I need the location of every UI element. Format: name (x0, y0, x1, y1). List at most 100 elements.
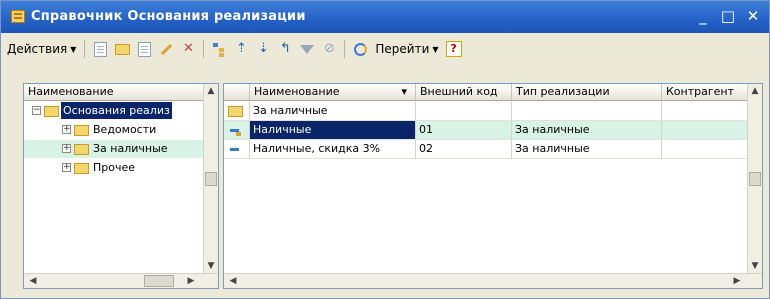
expand-icon[interactable]: + (62, 125, 71, 134)
hierarchy-button[interactable] (209, 39, 229, 59)
goto-menu[interactable]: Перейти ▼ (371, 38, 442, 60)
filter-icon (300, 44, 315, 54)
title-bar[interactable]: Справочник Основания реализации _ □ ✕ (1, 1, 769, 33)
add-group-icon (114, 43, 130, 55)
cell-type (512, 102, 662, 120)
table-row-selected[interactable]: Наличные 01 За наличные (224, 121, 748, 140)
folder-icon (74, 144, 89, 155)
delete-icon: ✕ (182, 41, 194, 56)
cell-code: 02 (416, 140, 512, 158)
level-up-button[interactable]: ↰ (275, 39, 295, 59)
cell-contractor (662, 121, 748, 139)
scroll-right-icon[interactable]: ▶ (730, 274, 744, 288)
edit-button[interactable] (156, 39, 176, 59)
grid-header: Наименование ▾ Внешний код Тип реализаци… (224, 84, 748, 101)
tree-item-vedomosti[interactable]: + Ведомости (24, 121, 204, 139)
chevron-down-icon: ▼ (70, 44, 77, 54)
folder-icon (44, 106, 59, 117)
copy-icon (137, 41, 151, 57)
maximize-button[interactable]: □ (720, 8, 736, 24)
scroll-up-icon[interactable]: ▲ (748, 84, 762, 98)
add-group-button[interactable] (112, 39, 132, 59)
move-down-button[interactable]: ⇣ (253, 39, 273, 59)
grid-column-contractor[interactable]: Контрагент (662, 84, 748, 100)
chevron-down-icon: ▼ (432, 44, 439, 54)
table-row[interactable]: За наличные (224, 102, 748, 121)
filter-off-icon: ⊘ (323, 41, 335, 56)
level-up-icon: ↰ (279, 41, 291, 56)
tree-header: Наименование (24, 84, 204, 101)
tree-item-label: Ведомости (93, 123, 157, 136)
refresh-button[interactable] (350, 39, 370, 59)
edit-icon (159, 42, 173, 56)
table-row[interactable]: Наличные, скидка 3% 02 За наличные (224, 140, 748, 159)
scroll-right-icon[interactable]: ▶ (184, 274, 198, 288)
tree-column-name[interactable]: Наименование (24, 84, 204, 100)
add-icon (93, 41, 107, 57)
tree-item-label: Основания реализ (61, 102, 172, 119)
folder-icon (228, 106, 243, 117)
cell-name: Наличные (250, 121, 416, 139)
add-button[interactable] (90, 39, 110, 59)
scroll-thumb[interactable] (144, 275, 174, 287)
cell-contractor (662, 102, 748, 120)
collapse-icon[interactable]: − (32, 106, 41, 115)
cell-contractor (662, 140, 748, 158)
column-name-label: Наименование (254, 85, 340, 98)
window-controls: _ □ ✕ (695, 8, 761, 24)
tree-item-other[interactable]: + Прочее (24, 159, 204, 177)
tree-item-cash[interactable]: + За наличные (24, 140, 204, 158)
actions-menu[interactable]: Действия ▼ (3, 38, 80, 60)
goto-menu-label: Перейти (375, 42, 430, 56)
toolbar-separator (84, 40, 86, 58)
refresh-icon (353, 42, 367, 56)
toolbar-separator (344, 40, 346, 58)
row-icon-cell (224, 140, 250, 158)
grid-column-code[interactable]: Внешний код (416, 84, 512, 100)
scroll-thumb[interactable] (749, 172, 761, 186)
cell-name: Наличные, скидка 3% (250, 140, 416, 158)
row-icon-cell (224, 121, 250, 139)
folder-icon (74, 163, 89, 174)
scroll-left-icon[interactable]: ◀ (26, 274, 40, 288)
tree-item-label: За наличные (93, 142, 168, 155)
move-up-icon: ⇡ (235, 41, 247, 56)
tree-horizontal-scrollbar[interactable]: ◀ ▶ (24, 273, 218, 288)
hierarchy-icon (212, 42, 226, 56)
filter-button[interactable] (297, 39, 317, 59)
delete-button[interactable]: ✕ (178, 39, 198, 59)
help-icon: ? (445, 41, 462, 57)
grid-vertical-scrollbar[interactable]: ▲ ▼ (747, 84, 762, 273)
minimize-button[interactable]: _ (695, 8, 711, 24)
grid-column-name[interactable]: Наименование ▾ (250, 84, 416, 100)
cell-code: 01 (416, 121, 512, 139)
expand-icon[interactable]: + (62, 163, 71, 172)
move-up-button[interactable]: ⇡ (231, 39, 251, 59)
scroll-down-icon[interactable]: ▼ (204, 259, 218, 273)
sort-desc-icon: ▾ (401, 85, 407, 98)
row-icon-cell (224, 102, 250, 120)
scroll-left-icon[interactable]: ◀ (226, 274, 240, 288)
close-button[interactable]: ✕ (745, 8, 761, 24)
cell-code (416, 102, 512, 120)
groups-tree[interactable]: Наименование − Основания реализ + Ведомо… (23, 83, 219, 289)
edit-marker-icon (236, 132, 241, 136)
grid-horizontal-scrollbar[interactable]: ◀ ▶ (224, 273, 762, 288)
items-grid[interactable]: Наименование ▾ Внешний код Тип реализаци… (223, 83, 763, 289)
grid-column-type[interactable]: Тип реализации (512, 84, 662, 100)
folder-icon (74, 125, 89, 136)
expand-icon[interactable]: + (62, 144, 71, 153)
scroll-thumb[interactable] (205, 172, 217, 186)
actions-menu-label: Действия (7, 42, 68, 56)
scroll-up-icon[interactable]: ▲ (204, 84, 218, 98)
copy-button[interactable] (134, 39, 154, 59)
help-button[interactable]: ? (444, 39, 464, 59)
toolbar: Действия ▼ ✕ ⇡ ⇣ ↰ ⊘ Перейти ▼ ? (3, 35, 767, 63)
tree-vertical-scrollbar[interactable]: ▲ ▼ (203, 84, 218, 273)
cell-type: За наличные (512, 121, 662, 139)
filter-off-button[interactable]: ⊘ (319, 39, 339, 59)
cell-name: За наличные (250, 102, 416, 120)
reference-window: Справочник Основания реализации _ □ ✕ Де… (0, 0, 770, 299)
tree-item-root[interactable]: − Основания реализ (24, 102, 204, 120)
scroll-down-icon[interactable]: ▼ (748, 259, 762, 273)
